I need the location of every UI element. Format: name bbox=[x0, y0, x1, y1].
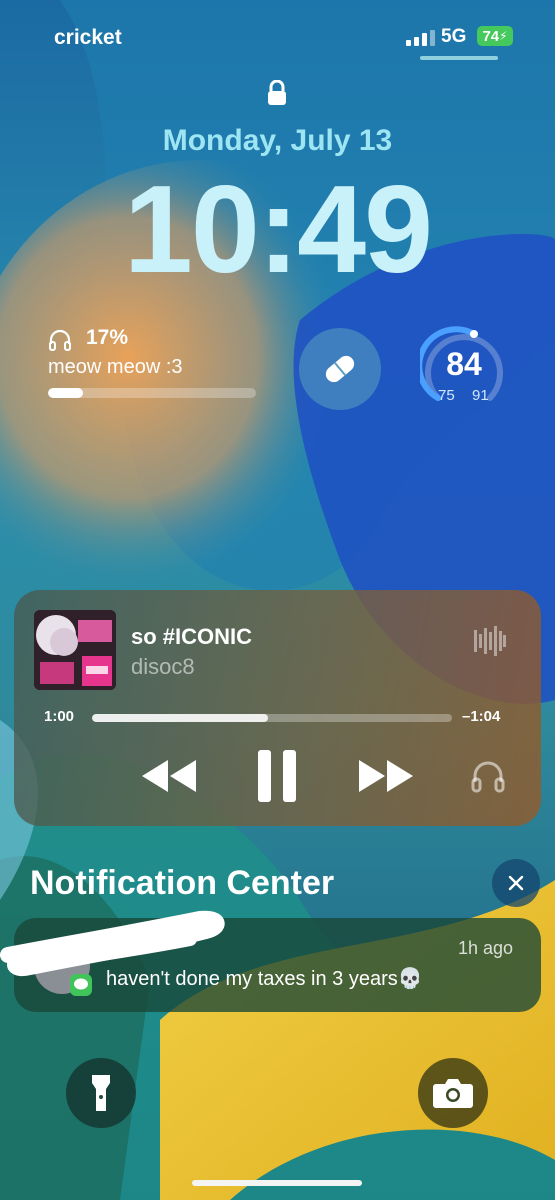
charging-bolt-icon: ⚡ bbox=[499, 29, 508, 43]
flashlight-button[interactable] bbox=[66, 1058, 136, 1128]
close-icon bbox=[508, 875, 524, 891]
remaining-time: –1:04 bbox=[462, 708, 501, 725]
elapsed-time: 1:00 bbox=[44, 708, 75, 725]
device-battery-bar-fill bbox=[48, 388, 84, 398]
album-art-image bbox=[34, 610, 116, 690]
gauge-high: 91 bbox=[472, 387, 489, 404]
playback-scrubber[interactable] bbox=[92, 714, 452, 722]
camera-button[interactable] bbox=[418, 1058, 488, 1128]
device-name: meow meow :3 bbox=[48, 356, 183, 378]
device-battery-percent: 17% bbox=[86, 326, 129, 349]
waveform-icon bbox=[474, 626, 506, 656]
gauge-value: 84 bbox=[446, 346, 482, 382]
headphones-icon bbox=[49, 329, 71, 351]
network-type: 5G bbox=[441, 26, 467, 47]
fast-forward-icon[interactable] bbox=[357, 760, 413, 792]
medication-widget[interactable] bbox=[299, 328, 381, 410]
battery-level: 74 bbox=[482, 27, 500, 45]
pause-icon[interactable] bbox=[256, 750, 298, 802]
carrier-name: cricket bbox=[54, 26, 122, 49]
camera-icon bbox=[433, 1079, 473, 1108]
notification-time: 1h ago bbox=[458, 938, 514, 958]
playback-progress-fill bbox=[92, 714, 269, 722]
pill-icon bbox=[325, 355, 355, 383]
lock-screen-clock: 10:49 bbox=[123, 161, 433, 299]
cellular-signal-icon bbox=[406, 30, 435, 46]
lock-icon bbox=[268, 80, 286, 105]
flashlight-icon bbox=[92, 1075, 110, 1111]
status-focus-indicator bbox=[420, 56, 498, 60]
song-title: so #ICONIC bbox=[131, 624, 253, 649]
clear-notifications-button[interactable] bbox=[492, 859, 540, 907]
album-art[interactable] bbox=[34, 610, 116, 690]
airplay-headphones-icon[interactable] bbox=[470, 758, 506, 794]
artist-name: disoc8 bbox=[131, 654, 195, 679]
redaction-scribble bbox=[0, 910, 225, 976]
gauge-low: 75 bbox=[438, 387, 455, 404]
device-battery-bar bbox=[48, 388, 256, 398]
home-indicator[interactable] bbox=[192, 1180, 362, 1186]
rewind-icon[interactable] bbox=[142, 760, 198, 792]
lock-screen-date: Monday, July 13 bbox=[162, 124, 393, 157]
now-playing-widget[interactable]: so #ICONIC disoc8 1:00 –1:04 bbox=[14, 590, 541, 826]
battery-indicator: 74 ⚡ bbox=[477, 26, 513, 46]
notification-center-title: Notification Center bbox=[30, 864, 335, 902]
